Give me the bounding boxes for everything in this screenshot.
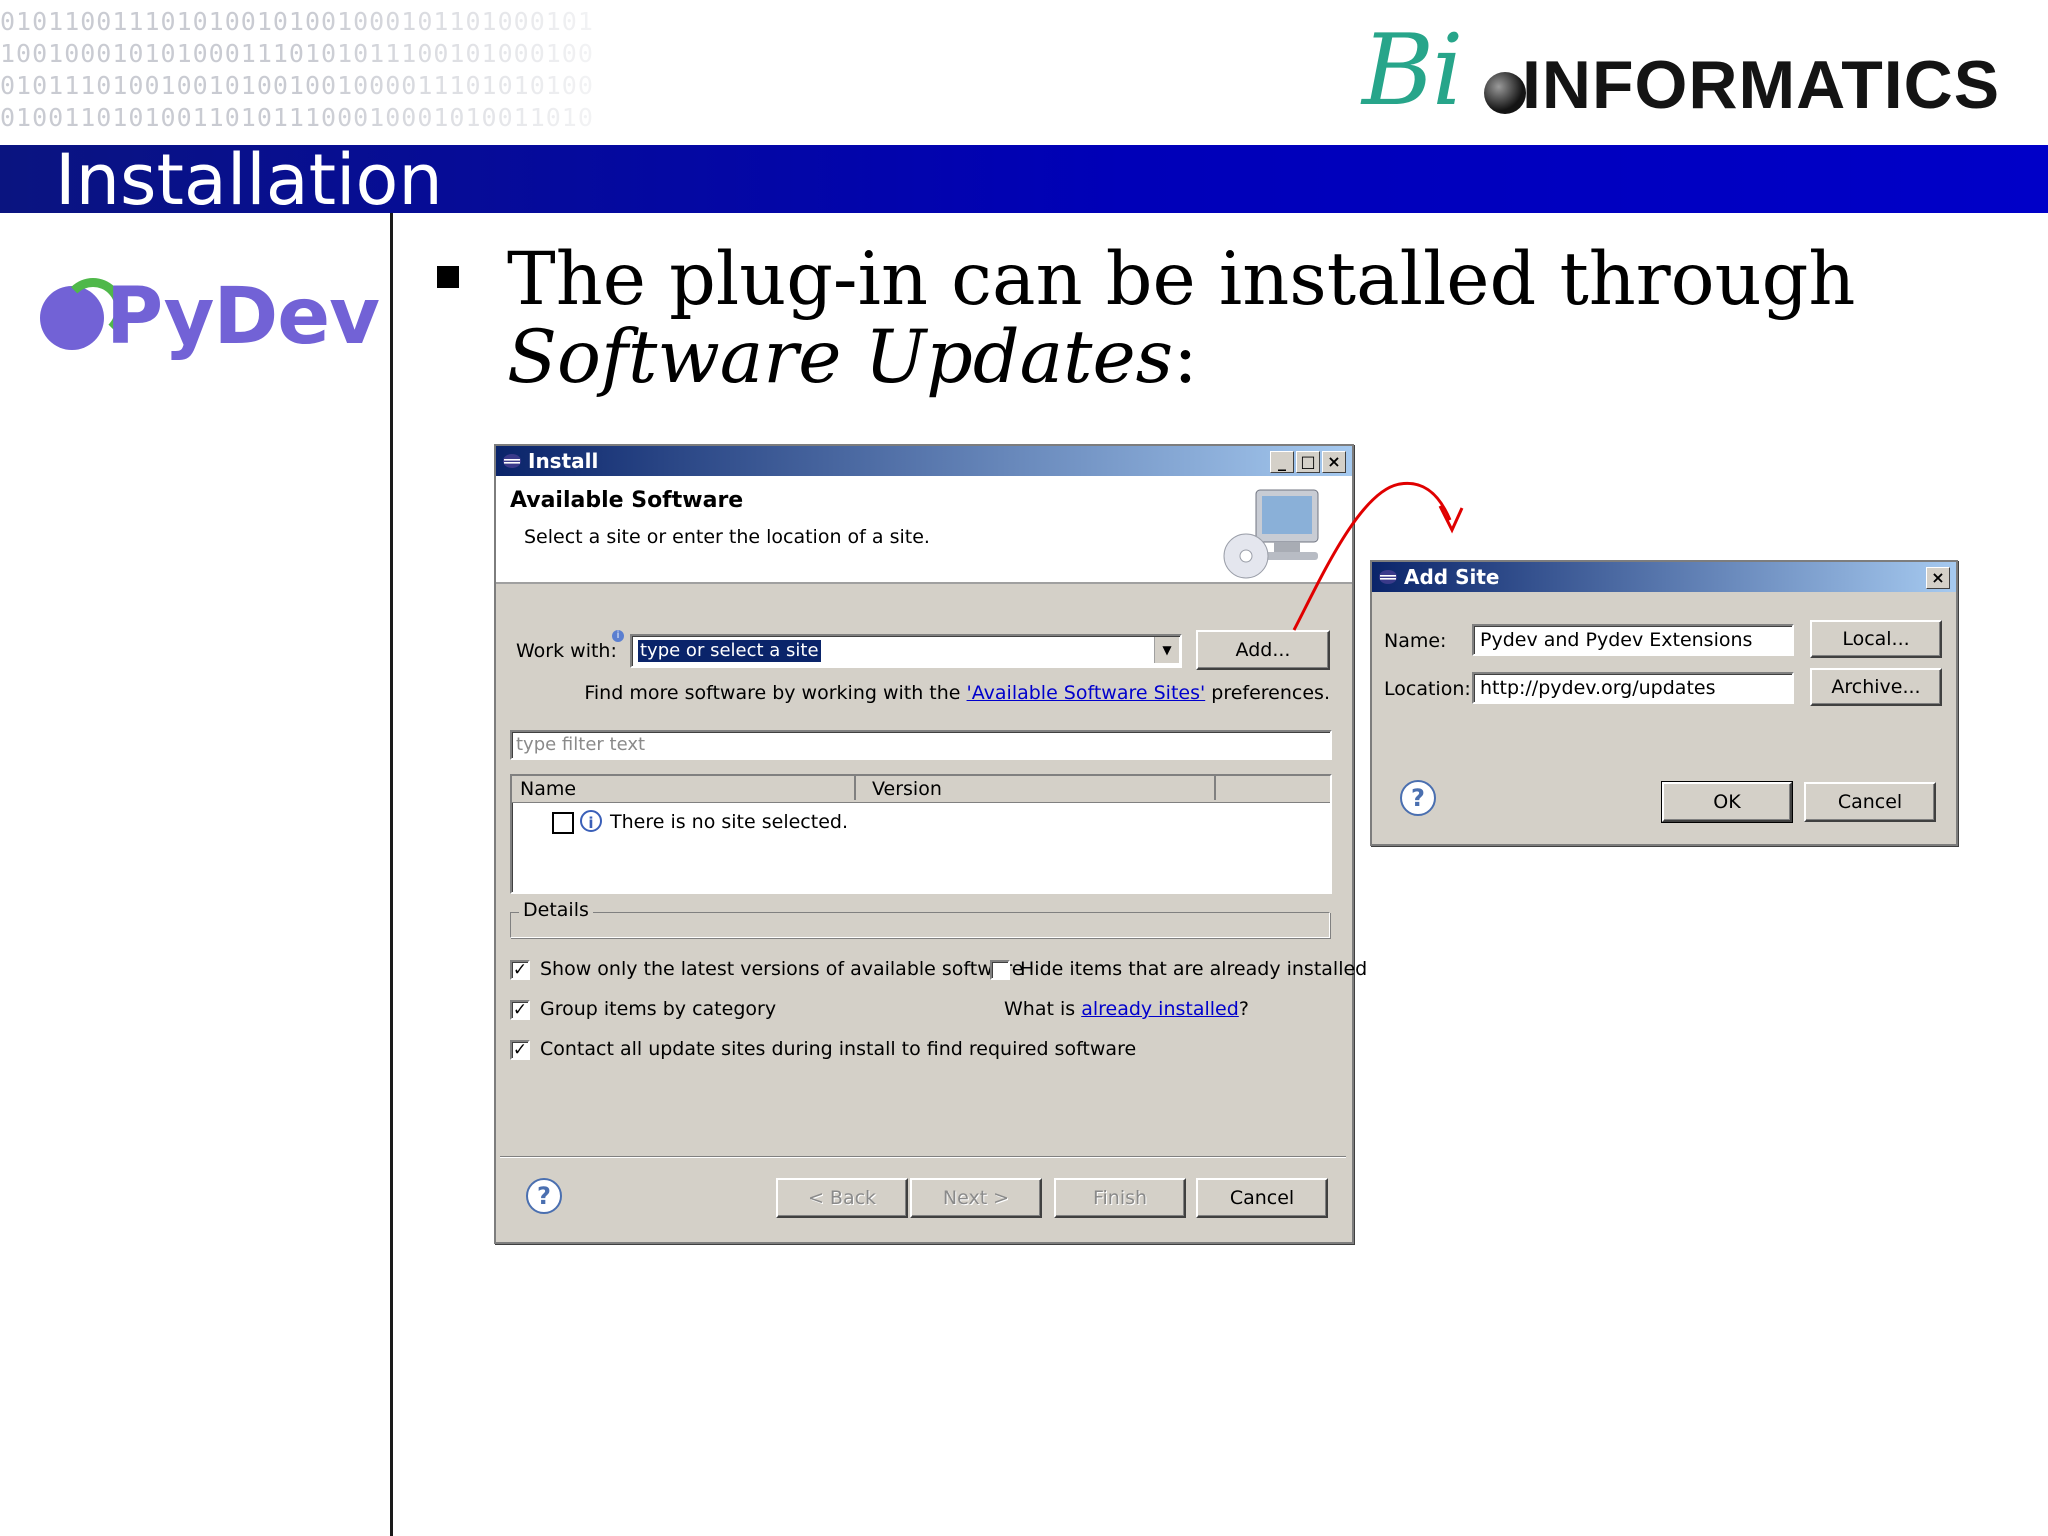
group-by-category-checkbox[interactable]: ✓ <box>510 1000 530 1020</box>
location-field[interactable]: http://pydev.org/updates <box>1472 672 1794 704</box>
no-site-message: There is no site selected. <box>610 811 848 833</box>
ok-button[interactable]: OK <box>1661 781 1793 823</box>
footer-separator <box>500 1156 1346 1158</box>
local-button[interactable]: Local... <box>1810 620 1942 658</box>
logo-informatics-text: INFORMATICS <box>1522 47 2001 123</box>
what-is-prefix: What is <box>1004 998 1076 1020</box>
next-button[interactable]: Next > <box>910 1178 1042 1218</box>
bullet-marker <box>437 266 459 288</box>
find-more-prefix: Find more software by working with the <box>584 682 961 704</box>
row-checkbox[interactable] <box>552 812 574 834</box>
details-label: Details <box>519 899 593 921</box>
close-button[interactable]: × <box>1926 567 1950 589</box>
available-software-sites-link[interactable]: 'Available Software Sites' <box>967 682 1206 704</box>
eclipse-icon <box>1379 570 1397 584</box>
info-hint-icon: i <box>612 630 624 642</box>
help-icon[interactable]: ? <box>1400 780 1436 816</box>
column-extra-header[interactable] <box>1216 776 1326 800</box>
pydev-logo: PyDev <box>40 272 380 372</box>
contact-sites-label: Contact all update sites during install … <box>540 1038 1137 1060</box>
column-version-header[interactable]: Version <box>864 776 1216 800</box>
install-banner: Available Software Select a site or ente… <box>496 476 1352 584</box>
hide-installed-checkbox[interactable] <box>990 960 1010 980</box>
latest-versions-checkbox[interactable]: ✓ <box>510 960 530 980</box>
logo-bi-text: Bi <box>1362 14 1463 128</box>
name-label: Name: <box>1384 630 1447 652</box>
divider-line <box>390 213 393 1536</box>
table-header: Name Version <box>512 776 1330 803</box>
add-site-cancel-button[interactable]: Cancel <box>1804 782 1936 822</box>
software-table[interactable]: Name Version i There is no site selected… <box>510 774 1332 894</box>
add-site-title: Add Site <box>1404 565 1500 589</box>
software-updates-text: Software Updates <box>507 315 1174 400</box>
banner-heading: Available Software <box>510 488 744 513</box>
name-field[interactable]: Pydev and Pydev Extensions <box>1472 624 1794 656</box>
hide-installed-label: Hide items that are already installed <box>1020 958 1368 980</box>
filter-placeholder: type filter text <box>516 734 646 755</box>
binary-line: 0101100111010100101001000101101000101 <box>0 7 594 36</box>
latest-versions-label: Show only the latest versions of availab… <box>540 958 1024 980</box>
eclipse-icon <box>503 454 521 468</box>
info-icon: i <box>580 810 602 832</box>
archive-button[interactable]: Archive... <box>1810 668 1942 706</box>
pydev-logo-text: PyDev <box>106 272 380 362</box>
binary-line: 1001000101010001110101011100101000100 <box>0 39 594 68</box>
add-site-titlebar[interactable]: Add Site × <box>1372 562 1956 592</box>
finish-button[interactable]: Finish <box>1054 1178 1186 1218</box>
details-group: Details <box>510 899 1330 938</box>
group-by-category-label: Group items by category <box>540 998 777 1020</box>
install-titlebar[interactable]: Install _ □ × <box>496 446 1352 476</box>
dropdown-arrow-button[interactable]: ▼ <box>1154 637 1179 663</box>
find-more-text: Find more software by working with the '… <box>584 682 1330 704</box>
work-with-combo[interactable]: type or select a site ▼ <box>630 634 1182 668</box>
what-is-suffix: ? <box>1238 998 1249 1020</box>
logo-ball-icon <box>1484 72 1526 114</box>
back-button[interactable]: < Back <box>776 1178 908 1218</box>
binary-line: 0101110100100101001001000011101010100 <box>0 71 594 100</box>
binary-pattern-decoration: 0101100111010100101001000101101000101 100… <box>0 6 680 136</box>
bullet-colon: : <box>1173 315 1198 400</box>
bioinformatics-logo: Bi INFORMATICS <box>1362 14 2012 130</box>
add-site-window: Add Site × Name: Pydev and Pydev Extensi… <box>1370 560 1958 846</box>
filter-input[interactable]: type filter text <box>510 730 1332 760</box>
work-with-value: type or select a site <box>638 640 821 662</box>
find-more-suffix: preferences. <box>1211 682 1330 704</box>
location-value: http://pydev.org/updates <box>1480 677 1716 699</box>
slide-title: Installation <box>55 139 443 221</box>
bullet-text-line2: Software Updates: <box>507 318 1198 398</box>
install-title: Install <box>528 449 599 473</box>
contact-sites-checkbox[interactable]: ✓ <box>510 1040 530 1060</box>
what-is-installed-text: What is already installed? <box>1004 998 1249 1020</box>
location-label: Location: <box>1384 678 1471 700</box>
binary-line: 0100110101001101011100010001010011010 <box>0 103 594 132</box>
banner-subheading: Select a site or enter the location of a… <box>524 526 930 548</box>
install-cancel-button[interactable]: Cancel <box>1196 1178 1328 1218</box>
work-with-label: Work with: <box>516 640 617 662</box>
column-name-header[interactable]: Name <box>512 776 856 800</box>
help-icon[interactable]: ? <box>526 1178 562 1214</box>
already-installed-link[interactable]: already installed <box>1081 998 1239 1020</box>
install-window: Install _ □ × Available Software Select … <box>494 444 1367 1244</box>
bullet-text-line1: The plug-in can be installed through <box>507 237 1856 322</box>
name-value: Pydev and Pydev Extensions <box>1480 629 1753 651</box>
